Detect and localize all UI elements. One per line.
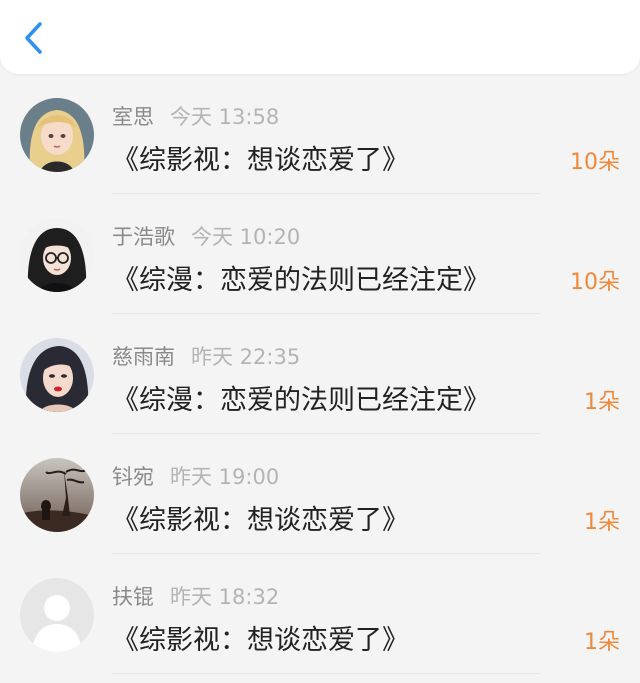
avatar-woman-portrait-icon bbox=[20, 338, 94, 412]
message-list: 室思 今天 13:58 《综影视：想谈恋爱了》 10朵 于浩歌 今天 10:20 《… bbox=[0, 74, 640, 674]
flower-count: 1朵 bbox=[584, 390, 620, 415]
avatar-girl-blonde-icon bbox=[20, 98, 94, 172]
message-time: 昨天 18:32 bbox=[170, 585, 280, 609]
list-item[interactable]: 扶锟 昨天 18:32 《综影视：想谈恋爱了》 1朵 bbox=[0, 554, 640, 674]
flower-count: 1朵 bbox=[584, 510, 620, 535]
avatar[interactable] bbox=[20, 458, 94, 532]
message-meta: 室思 今天 13:58 bbox=[112, 101, 279, 131]
message-time: 今天 10:20 bbox=[191, 225, 301, 249]
message-time: 今天 13:58 bbox=[170, 105, 280, 129]
message-time: 昨天 19:00 bbox=[170, 465, 280, 489]
avatar[interactable] bbox=[20, 218, 94, 292]
divider bbox=[112, 673, 540, 674]
avatar-default-icon bbox=[20, 578, 94, 652]
sender-name: 室思 bbox=[112, 105, 154, 129]
list-item[interactable]: 慈雨南 昨天 22:35 《综漫：恋爱的法则已经注定》 1朵 bbox=[0, 314, 640, 434]
flower-count: 10朵 bbox=[570, 270, 620, 295]
message-time: 昨天 22:35 bbox=[191, 345, 301, 369]
sender-name: 钭宛 bbox=[112, 465, 154, 489]
top-bar bbox=[0, 0, 640, 74]
sender-name: 扶锟 bbox=[112, 585, 154, 609]
message-meta: 扶锟 昨天 18:32 bbox=[112, 581, 279, 611]
avatar[interactable] bbox=[20, 98, 94, 172]
flower-count: 1朵 bbox=[584, 630, 620, 655]
message-meta: 钭宛 昨天 19:00 bbox=[112, 461, 279, 491]
flower-count: 10朵 bbox=[570, 150, 620, 175]
sender-name: 于浩歌 bbox=[112, 225, 175, 249]
list-item[interactable]: 于浩歌 今天 10:20 《综漫：恋爱的法则已经注定》 10朵 bbox=[0, 194, 640, 314]
book-title[interactable]: 《综漫：恋爱的法则已经注定》 bbox=[112, 258, 490, 297]
book-title[interactable]: 《综影视：想谈恋爱了》 bbox=[112, 498, 409, 537]
avatar[interactable] bbox=[20, 578, 94, 652]
list-item[interactable]: 室思 今天 13:58 《综影视：想谈恋爱了》 10朵 bbox=[0, 74, 640, 194]
book-title[interactable]: 《综影视：想谈恋爱了》 bbox=[112, 618, 409, 657]
avatar-silhouette-tree-icon bbox=[20, 458, 94, 532]
sender-name: 慈雨南 bbox=[112, 345, 175, 369]
back-button[interactable] bbox=[14, 18, 54, 58]
message-meta: 于浩歌 今天 10:20 bbox=[112, 221, 300, 251]
avatar[interactable] bbox=[20, 338, 94, 412]
list-item[interactable]: 钭宛 昨天 19:00 《综影视：想谈恋爱了》 1朵 bbox=[0, 434, 640, 554]
chevron-left-icon bbox=[25, 22, 42, 54]
avatar-girl-glasses-icon bbox=[20, 218, 94, 292]
book-title[interactable]: 《综影视：想谈恋爱了》 bbox=[112, 138, 409, 177]
book-title[interactable]: 《综漫：恋爱的法则已经注定》 bbox=[112, 378, 490, 417]
message-meta: 慈雨南 昨天 22:35 bbox=[112, 341, 300, 371]
